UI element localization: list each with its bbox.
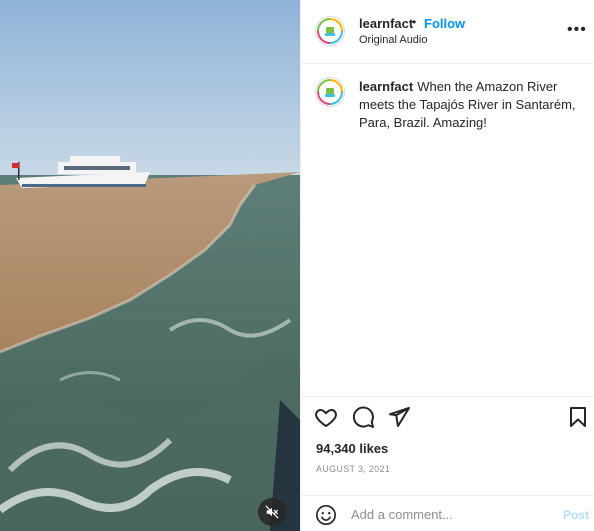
comment-icon[interactable]: [351, 405, 375, 429]
post-caption: learnfact When the Amazon River meets the…: [359, 78, 579, 132]
river-scene: [0, 0, 300, 531]
likes-count[interactable]: 94,340 likes: [316, 441, 388, 456]
more-options-icon[interactable]: •••: [567, 22, 587, 38]
send-icon[interactable]: [387, 405, 411, 429]
follow-button[interactable]: Follow: [424, 16, 465, 31]
emoji-icon[interactable]: [315, 504, 337, 526]
post-comment-button[interactable]: Post: [563, 508, 589, 522]
follow-separator: •: [412, 15, 417, 29]
post-header: learnfact • Follow Original Audio •••: [301, 0, 594, 64]
post-author-username[interactable]: learnfact: [359, 16, 413, 31]
comment-bar: Post: [301, 495, 594, 531]
mute-toggle-button[interactable]: [258, 498, 286, 526]
caption-username[interactable]: learnfact: [359, 79, 413, 94]
bookmark-icon[interactable]: [566, 405, 590, 429]
post-details-panel: learnfact • Follow Original Audio ••• le…: [300, 0, 594, 531]
avatar[interactable]: [315, 77, 345, 107]
comment-input[interactable]: [351, 502, 541, 526]
learnfact-logo-icon: [317, 79, 343, 105]
post-date[interactable]: AUGUST 3, 2021: [316, 464, 390, 474]
original-audio-link[interactable]: Original Audio: [359, 34, 428, 46]
learnfact-logo-icon: [317, 18, 343, 44]
heart-icon[interactable]: [314, 405, 338, 429]
speaker-muted-icon: [265, 505, 279, 519]
action-bar: [301, 396, 594, 432]
post-video[interactable]: [0, 0, 300, 531]
avatar[interactable]: [315, 16, 345, 46]
